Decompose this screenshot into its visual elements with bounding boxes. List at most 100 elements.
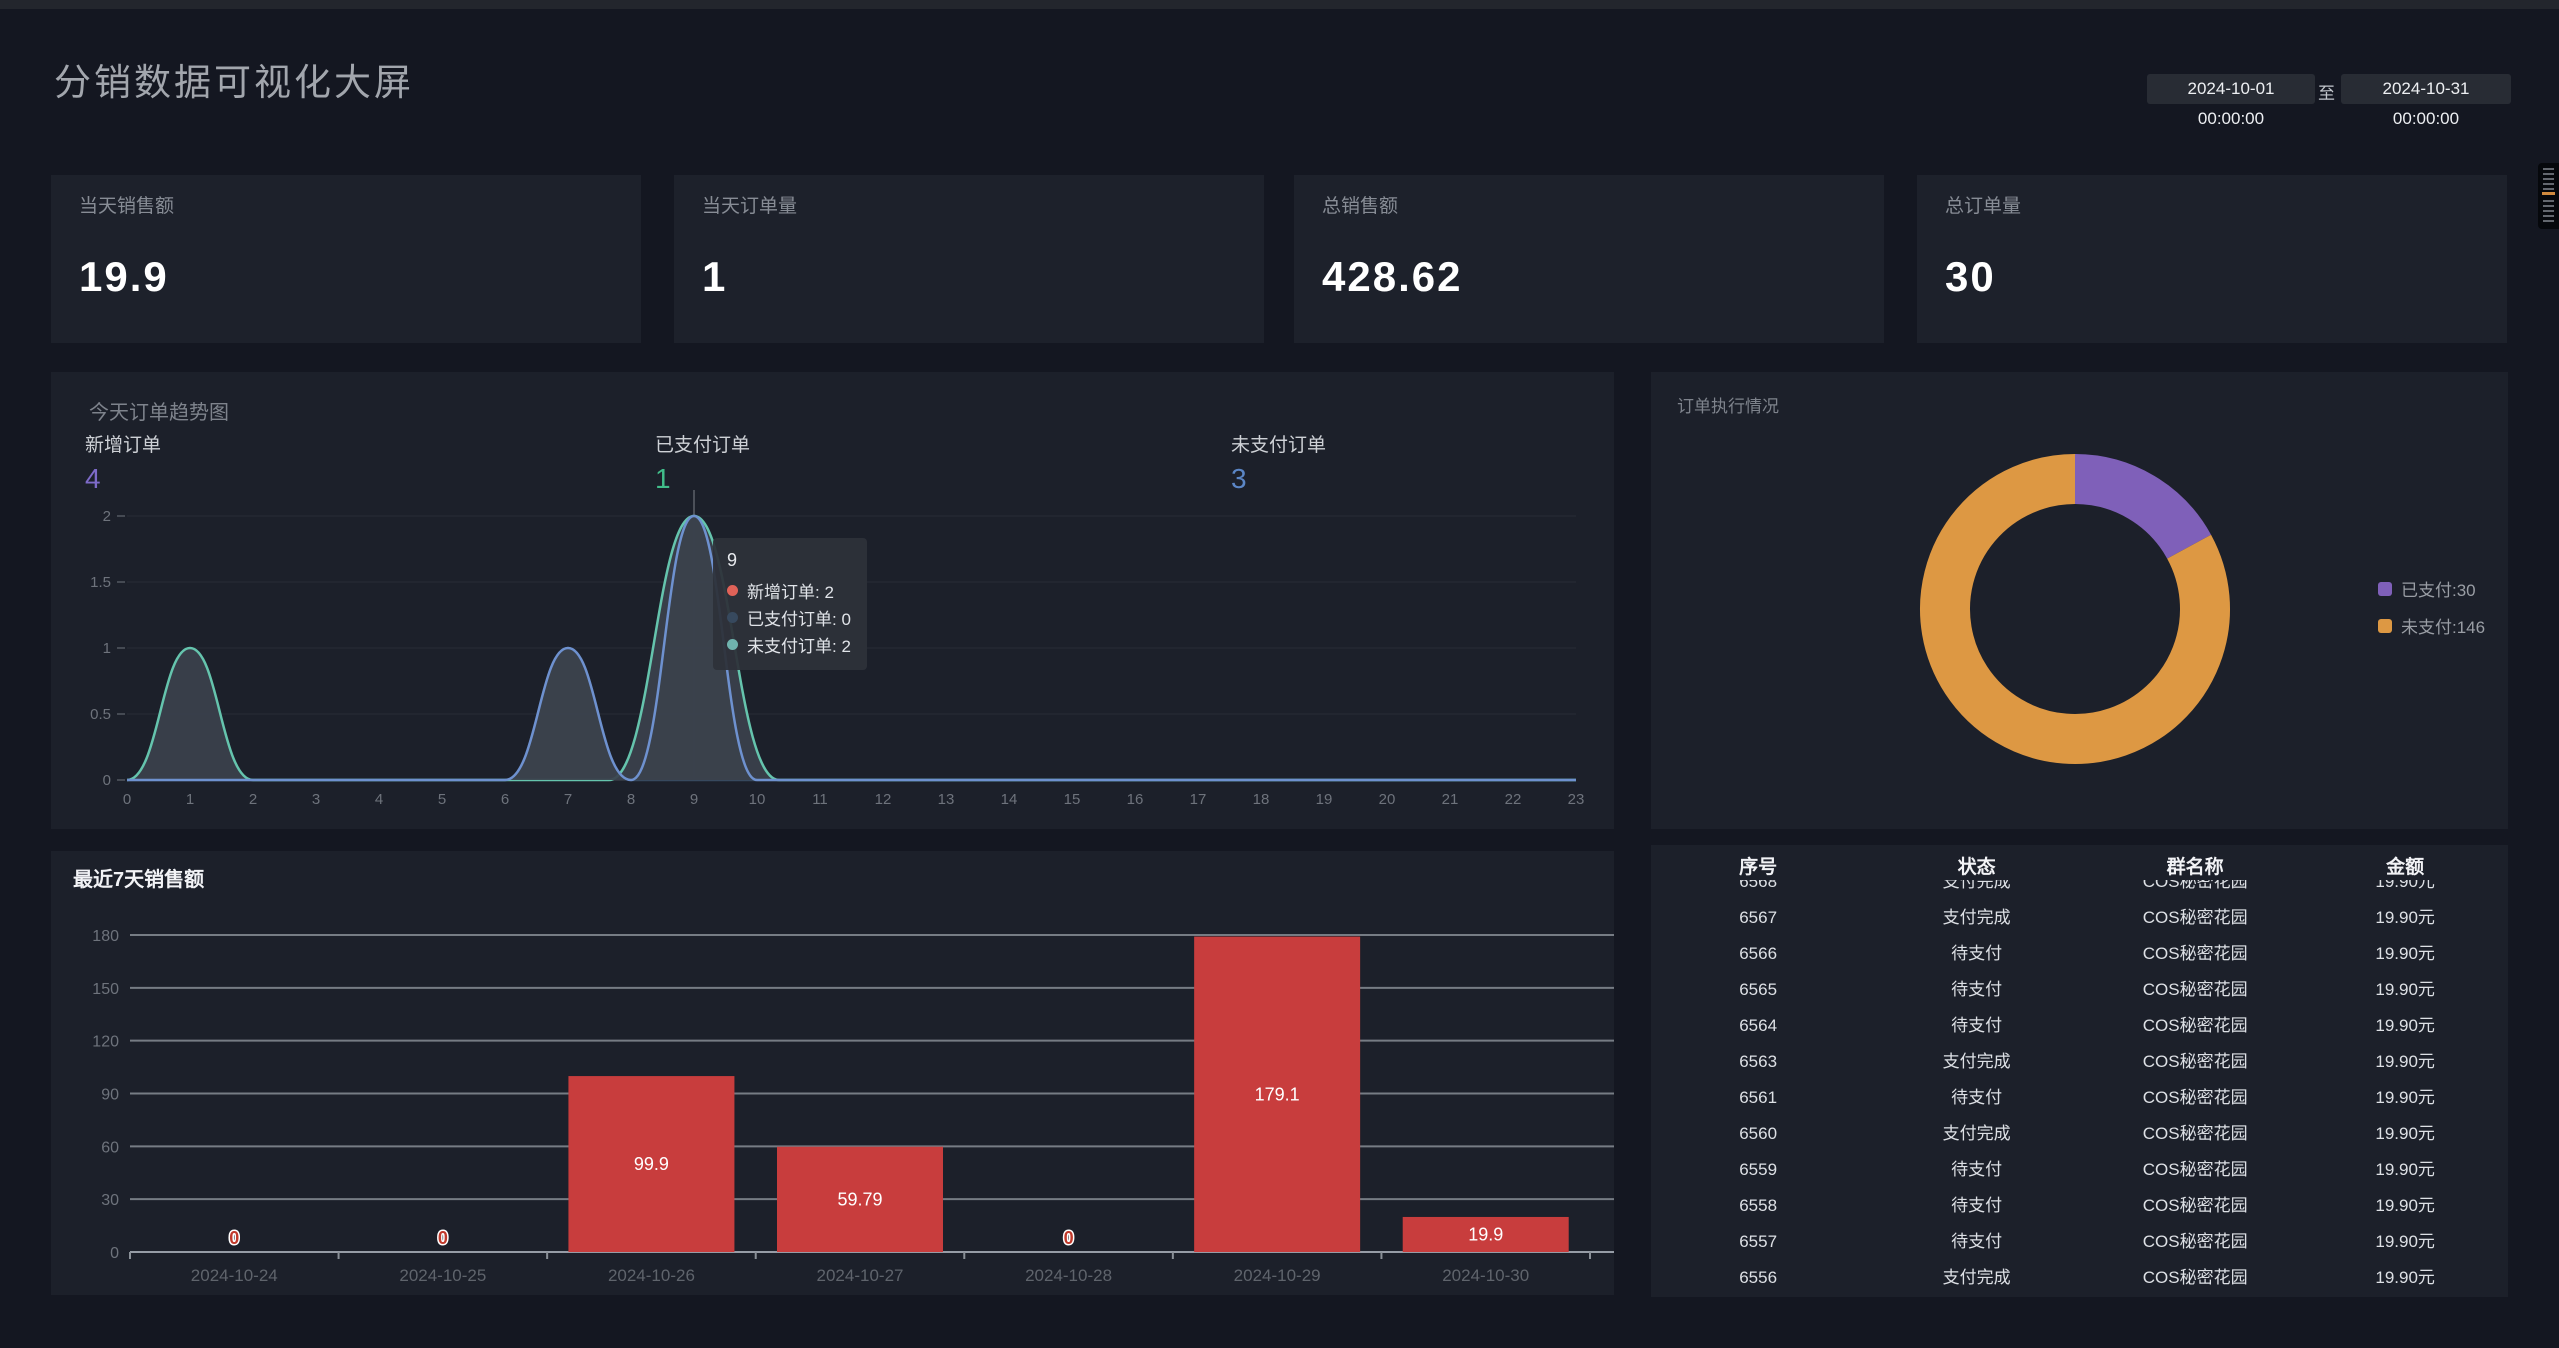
table-row[interactable]: 6557待支付COS秘密花园19.90元 bbox=[1651, 1224, 2508, 1260]
y-axis-label: 60 bbox=[101, 1139, 119, 1156]
legend-swatch-icon bbox=[2378, 582, 2392, 596]
chart-tooltip: 9 新增订单: 2 已支付订单: 0 未支付订单: 2 bbox=[713, 538, 867, 670]
page-title: 分销数据可视化大屏 bbox=[54, 52, 414, 106]
cell-group: COS秘密花园 bbox=[2088, 1008, 2302, 1044]
y-axis-label: 90 bbox=[101, 1087, 119, 1104]
legend-swatch-icon bbox=[2378, 619, 2392, 633]
cell-group: COS秘密花园 bbox=[2088, 972, 2302, 1008]
date-range-separator: 至 bbox=[2318, 79, 2335, 104]
cell-group: COS秘密花园 bbox=[2088, 1116, 2302, 1152]
table-row[interactable]: 6563支付完成COS秘密花园19.90元 bbox=[1651, 1044, 2508, 1080]
cell-id: 6557 bbox=[1651, 1224, 1865, 1260]
cell-amount: 19.90元 bbox=[2302, 1260, 2508, 1296]
y-axis-label: 0 bbox=[103, 772, 111, 789]
x-axis-label: 4 bbox=[375, 791, 383, 808]
table-row[interactable]: 6559待支付COS秘密花园19.90元 bbox=[1651, 1152, 2508, 1188]
x-axis-label: 1 bbox=[186, 791, 194, 808]
cell-id: 6565 bbox=[1651, 972, 1865, 1008]
cell-group: COS秘密花园 bbox=[2088, 1080, 2302, 1116]
cell-amount: 19.90元 bbox=[2302, 1008, 2508, 1044]
series-dot-icon bbox=[727, 612, 738, 623]
table-row[interactable]: 6560支付完成COS秘密花园19.90元 bbox=[1651, 1116, 2508, 1152]
x-axis-label: 19 bbox=[1316, 791, 1333, 808]
tooltip-title: 9 bbox=[727, 550, 851, 571]
y-axis-label: 150 bbox=[92, 981, 119, 998]
cell-status: 支付完成 bbox=[1865, 880, 2088, 900]
cell-amount: 19.90元 bbox=[2302, 1116, 2508, 1152]
cell-id: 6563 bbox=[1651, 1044, 1865, 1080]
cell-group: COS秘密花园 bbox=[2088, 1044, 2302, 1080]
cell-group: COS秘密花园 bbox=[2088, 1152, 2302, 1188]
y-axis-label: 2 bbox=[103, 508, 111, 525]
cell-status: 待支付 bbox=[1865, 1080, 2088, 1116]
legend-label: 未支付:146 bbox=[2401, 613, 2485, 638]
cell-id: 6561 bbox=[1651, 1080, 1865, 1116]
sales-bar-chart[interactable]: 03060901201501802024-10-2402024-10-25020… bbox=[51, 851, 1614, 1295]
cell-group: COS秘密花园 bbox=[2088, 936, 2302, 972]
cell-amount: 19.90元 bbox=[2302, 900, 2508, 936]
table-scroll-area[interactable]: 6568支付完成COS秘密花园19.90元6567支付完成COS秘密花园19.9… bbox=[1651, 880, 2508, 1296]
x-axis-label: 2 bbox=[249, 791, 257, 808]
x-axis-label: 14 bbox=[1001, 791, 1018, 808]
tooltip-row: 已支付订单: 0 bbox=[727, 604, 851, 631]
table-row[interactable]: 6568支付完成COS秘密花园19.90元 bbox=[1651, 880, 2508, 900]
x-axis-label: 2024-10-28 bbox=[1025, 1266, 1112, 1285]
legend-item-unpaid[interactable]: 未支付:146 bbox=[2378, 613, 2485, 638]
x-axis-label: 20 bbox=[1379, 791, 1396, 808]
cell-status: 待支付 bbox=[1865, 1188, 2088, 1224]
stat-card-total-orders: 总订单量 30 bbox=[1917, 175, 2507, 343]
scrollbar-minimap[interactable] bbox=[2538, 163, 2559, 229]
tooltip-text: 未支付订单: 2 bbox=[747, 632, 851, 657]
cell-group: COS秘密花园 bbox=[2088, 1260, 2302, 1296]
cell-status: 待支付 bbox=[1865, 1224, 2088, 1260]
cell-group: COS秘密花园 bbox=[2088, 880, 2302, 900]
table-row[interactable]: 6567支付完成COS秘密花园19.90元 bbox=[1651, 900, 2508, 936]
date-end-input[interactable]: 2024-10-31 00:00:00 bbox=[2341, 74, 2511, 104]
x-axis-label: 0 bbox=[123, 791, 131, 808]
date-start-input[interactable]: 2024-10-01 00:00:00 bbox=[2147, 74, 2315, 104]
cell-status: 支付完成 bbox=[1865, 1116, 2088, 1152]
cell-id: 6560 bbox=[1651, 1116, 1865, 1152]
stat-value: 1 bbox=[702, 253, 727, 301]
cell-amount: 19.90元 bbox=[2302, 880, 2508, 900]
table-row[interactable]: 6566待支付COS秘密花园19.90元 bbox=[1651, 936, 2508, 972]
minimap-highlight-marker bbox=[2542, 192, 2555, 195]
cell-amount: 19.90元 bbox=[2302, 1044, 2508, 1080]
stat-value: 19.9 bbox=[79, 253, 169, 301]
series-dot-icon bbox=[727, 585, 738, 596]
x-axis-label: 11 bbox=[812, 791, 828, 808]
legend-item-paid[interactable]: 已支付:30 bbox=[2378, 576, 2476, 601]
table-row[interactable]: 6564待支付COS秘密花园19.90元 bbox=[1651, 1008, 2508, 1044]
x-axis-label: 15 bbox=[1064, 791, 1081, 808]
cell-group: COS秘密花园 bbox=[2088, 900, 2302, 936]
table-row[interactable]: 6565待支付COS秘密花园19.90元 bbox=[1651, 972, 2508, 1008]
dashboard-page: { "header": { "title": "分销数据可视化大屏", "dat… bbox=[0, 0, 2559, 1348]
x-axis-label: 17 bbox=[1190, 791, 1207, 808]
x-axis-label: 21 bbox=[1442, 791, 1459, 808]
x-axis-label: 2024-10-29 bbox=[1234, 1266, 1321, 1285]
last-7-days-sales-panel: 最近7天销售额 03060901201501802024-10-2402024-… bbox=[51, 851, 1614, 1295]
cell-id: 6559 bbox=[1651, 1152, 1865, 1188]
cell-status: 待支付 bbox=[1865, 1152, 2088, 1188]
tooltip-text: 新增订单: 2 bbox=[747, 578, 834, 603]
table-row[interactable]: 6556支付完成COS秘密花园19.90元 bbox=[1651, 1260, 2508, 1296]
cell-status: 支付完成 bbox=[1865, 1044, 2088, 1080]
series-dot-icon bbox=[727, 639, 738, 650]
tooltip-row: 新增订单: 2 bbox=[727, 577, 851, 604]
bar-value-label: 179.1 bbox=[1255, 1084, 1300, 1104]
cell-group: COS秘密花园 bbox=[2088, 1224, 2302, 1260]
table-row[interactable]: 6561待支付COS秘密花园19.90元 bbox=[1651, 1080, 2508, 1116]
x-axis-label: 7 bbox=[564, 791, 572, 808]
cell-id: 6556 bbox=[1651, 1260, 1865, 1296]
stat-value: 30 bbox=[1945, 253, 1996, 301]
bar-value-label: 99.9 bbox=[634, 1154, 669, 1174]
cell-id: 6566 bbox=[1651, 936, 1865, 972]
order-execution-panel: 订单执行情况 已支付:30 未支付:146 bbox=[1651, 372, 2508, 829]
x-axis-label: 2024-10-24 bbox=[191, 1266, 278, 1285]
stat-card-today-orders: 当天订单量 1 bbox=[674, 175, 1264, 343]
y-axis-label: 0.5 bbox=[90, 706, 111, 723]
x-axis-label: 5 bbox=[438, 791, 446, 808]
bar-zero-label: 0 bbox=[1064, 1228, 1074, 1248]
window-top-strip bbox=[0, 0, 2559, 9]
table-row[interactable]: 6558待支付COS秘密花园19.90元 bbox=[1651, 1188, 2508, 1224]
